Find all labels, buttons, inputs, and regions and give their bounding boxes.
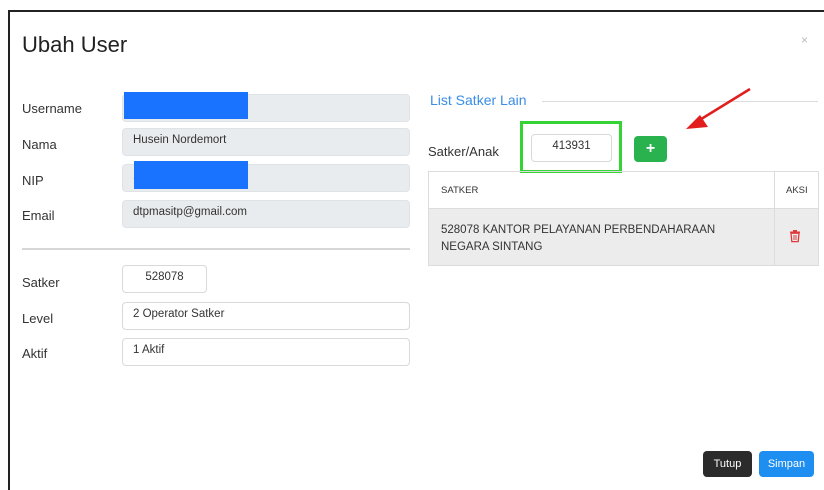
modal-title: Ubah User: [22, 32, 128, 57]
email-label: Email: [22, 208, 55, 223]
username-label: Username: [22, 101, 82, 116]
nip-label: NIP: [22, 173, 44, 188]
section-title: List Satker Lain: [430, 92, 527, 108]
aktif-label: Aktif: [22, 346, 48, 361]
close-button[interactable]: Tutup: [703, 451, 752, 477]
column-divider: [774, 172, 775, 265]
table-row: 528078 KANTOR PELAYANAN PERBENDAHARAAN N…: [429, 209, 818, 265]
save-button[interactable]: Simpan: [759, 451, 814, 477]
redaction-bar: [124, 92, 248, 119]
level-select[interactable]: 2 Operator Satker: [122, 302, 410, 330]
satker-label: Satker: [22, 275, 60, 290]
divider: [22, 248, 410, 250]
satker-table: SATKER AKSI 528078 KANTOR PELAYANAN PERB…: [428, 171, 819, 266]
highlight-box: [520, 121, 622, 173]
aktif-select[interactable]: 1 Aktif: [122, 338, 410, 366]
satker-anak-label: Satker/Anak: [428, 144, 499, 159]
satker-cell: 528078 KANTOR PELAYANAN PERBENDAHARAAN N…: [441, 224, 716, 253]
nama-field: Husein Nordemort: [122, 128, 410, 156]
annotation-arrow-icon: [686, 87, 751, 129]
table-header: SATKER AKSI: [429, 172, 818, 209]
close-icon[interactable]: ×: [801, 33, 808, 47]
redaction-bar: [134, 161, 248, 189]
nama-label: Nama: [22, 137, 57, 152]
level-label: Level: [22, 311, 54, 326]
email-field: dtpmasitp@gmail.com: [122, 200, 410, 228]
trash-icon[interactable]: [788, 229, 802, 243]
column-header-satker: SATKER: [441, 185, 479, 196]
satker-input[interactable]: 528078: [122, 265, 207, 293]
column-header-aksi: AKSI: [786, 185, 808, 196]
add-satker-button[interactable]: +: [634, 136, 667, 162]
